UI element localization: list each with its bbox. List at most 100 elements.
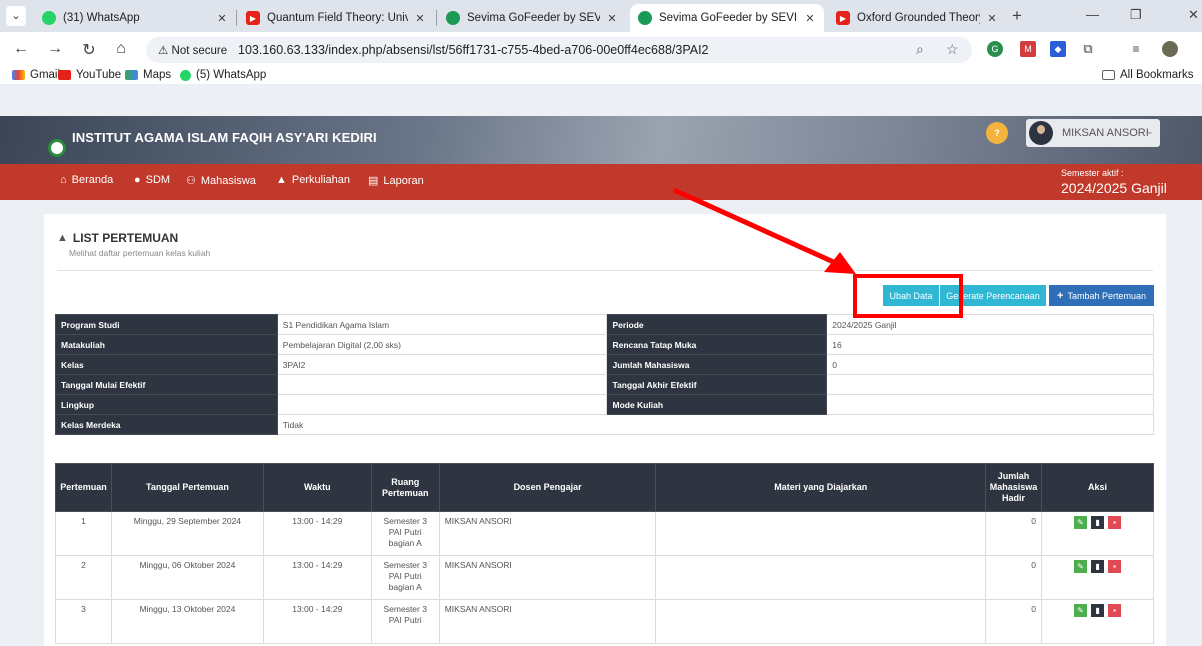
browser-tab-strip: ⌄ (31) WhatsApp ✕ ▶ Quantum Field Theory… <box>0 0 1202 32</box>
column-header: Tanggal Pertemuan <box>110 463 264 512</box>
maps-icon <box>125 70 138 80</box>
url-text[interactable]: 103.160.63.133/index.php/absensi/lst/56f… <box>238 43 709 57</box>
home-icon[interactable]: ⌂ <box>110 40 132 58</box>
cell-materi <box>655 555 987 600</box>
cell-ruang: Semester 3 PAI Putri bagian A <box>370 555 440 600</box>
edit-icon[interactable]: ✎ <box>1074 516 1088 529</box>
delete-icon[interactable]: ▪ <box>1108 604 1122 617</box>
nav-mahasiswa[interactable]: ⚇ Mahasiswa <box>186 174 256 188</box>
tab-oxford-grounded-theory[interactable]: ▶ Oxford Grounded Theory W ✕ <box>828 4 1006 32</box>
nav-laporan[interactable]: ▤ Laporan <box>368 174 424 188</box>
close-icon[interactable]: ✕ <box>804 12 816 25</box>
tab-sevima-1[interactable]: Sevima GoFeeder by SEVIMA ✕ <box>438 4 626 32</box>
all-bookmarks[interactable]: All Bookmarks <box>1102 69 1194 81</box>
user-menu[interactable]: MIKSAN ANSORI ⌄ <box>1026 119 1160 147</box>
meetings-table: Pertemuan Tanggal Pertemuan Waktu Ruang … <box>55 463 1154 644</box>
nav-beranda[interactable]: ⌂ Beranda <box>60 174 113 186</box>
restore-icon[interactable]: ❐ <box>1130 7 1142 23</box>
youtube-icon <box>58 70 71 80</box>
close-window-icon[interactable]: ✕ <box>1188 7 1199 23</box>
bookmark-star-icon[interactable]: ☆ <box>946 41 959 58</box>
unlock-icon[interactable]: ▮ <box>1091 516 1105 529</box>
cell-tanggal: Minggu, 13 Oktober 2024 <box>110 599 264 644</box>
info-row: Matakuliah Pembelajaran Digital (2,00 sk… <box>55 334 1154 355</box>
extensions-puzzle-icon[interactable]: ⧉ <box>1080 41 1096 57</box>
info-key: Program Studi <box>55 314 278 335</box>
page-subtitle: Melihat daftar pertemuan kelas kuliah <box>69 248 211 258</box>
reading-list-icon[interactable]: ≡ <box>1128 41 1144 57</box>
delete-icon[interactable]: ▪ <box>1108 560 1122 573</box>
nav-sdm[interactable]: ● SDM <box>134 174 170 186</box>
tab-search-chevron-icon[interactable]: ⌄ <box>6 6 26 26</box>
info-value <box>276 374 608 395</box>
edit-icon[interactable]: ✎ <box>1074 604 1088 617</box>
bookmarks-bar: Gmail YouTube Maps (5) WhatsApp All Book… <box>0 68 1202 85</box>
cell-tanggal: Minggu, 06 Oktober 2024 <box>110 555 264 600</box>
info-value <box>276 394 608 415</box>
info-key: Lingkup <box>55 394 278 415</box>
cell-waktu: 13:00 - 14:29 <box>262 511 372 556</box>
zoom-icon[interactable]: ⌕ <box>916 41 924 58</box>
tab-sevima-active[interactable]: Sevima GoFeeder by SEVIMA ✕ <box>630 4 824 32</box>
close-icon[interactable]: ✕ <box>216 12 228 25</box>
cell-hadir: 0 <box>985 511 1043 556</box>
info-key: Tanggal Mulai Efektif <box>55 374 278 395</box>
divider <box>57 270 1153 271</box>
minimize-icon[interactable]: — <box>1086 7 1099 22</box>
site-header-banner: INSTITUT AGAMA ISLAM FAQIH ASY'ARI KEDIR… <box>0 116 1202 164</box>
address-bar[interactable]: ⚠ Not secure 103.160.63.133/index.php/ab… <box>146 37 972 63</box>
help-badge-icon[interactable]: ? <box>986 122 1008 144</box>
cell-ruang: Semester 3 PAI Putri <box>370 599 440 644</box>
close-icon[interactable]: ✕ <box>606 12 618 25</box>
tab-whatsapp[interactable]: (31) WhatsApp ✕ <box>34 4 236 32</box>
unlock-icon[interactable]: ▮ <box>1091 560 1105 573</box>
cell-waktu: 13:00 - 14:29 <box>262 555 372 600</box>
nav-perkuliahan[interactable]: ▲ Perkuliahan <box>276 174 350 186</box>
unlock-icon[interactable]: ▮ <box>1091 604 1105 617</box>
cell-ruang: Semester 3 PAI Putri bagian A <box>370 511 440 556</box>
bookmark-youtube[interactable]: YouTube <box>58 69 121 81</box>
main-navigation: ⌂ Beranda ● SDM ⚇ Mahasiswa ▲ Perkuliahan ▤ L… <box>0 164 1202 200</box>
extension-zotero-icon[interactable]: ◆ <box>1050 41 1066 57</box>
list-pertemuan-panel: ▲ LIST PERTEMUAN Melihat daftar pertemuan… <box>44 214 1166 646</box>
info-key: Rencana Tatap Muka <box>606 334 828 355</box>
profile-avatar-icon[interactable] <box>1162 41 1178 57</box>
extension-grammarly-icon[interactable]: G <box>987 41 1003 57</box>
users-icon: ⚇ <box>186 175 196 187</box>
info-key: Kelas <box>55 354 278 375</box>
tab-quantum-field-theory[interactable]: ▶ Quantum Field Theory: Unive ✕ <box>238 4 434 32</box>
bookmark-gmail[interactable]: Gmail <box>12 69 60 81</box>
bookmark-maps[interactable]: Maps <box>125 69 171 81</box>
table-row: 3 Minggu, 13 Oktober 2024 13:00 - 14:29 … <box>55 599 1154 644</box>
not-secure-indicator[interactable]: ⚠ Not secure <box>158 43 227 57</box>
reload-icon[interactable]: ↻ <box>78 40 100 60</box>
cell-hadir: 0 <box>985 555 1043 600</box>
delete-icon[interactable]: ▪ <box>1108 516 1122 529</box>
cell-dosen: MIKSAN ANSORI <box>438 599 657 644</box>
edit-icon[interactable]: ✎ <box>1074 560 1088 573</box>
info-row: Kelas Merdeka Tidak <box>55 414 1155 435</box>
info-row: Tanggal Mulai Efektif Tanggal Akhir Efek… <box>55 374 1154 395</box>
youtube-icon: ▶ <box>246 11 260 25</box>
close-icon[interactable]: ✕ <box>986 12 998 25</box>
back-arrow-icon[interactable]: ← <box>10 40 32 58</box>
info-value: Pembelajaran Digital (2,00 sks) <box>276 334 608 355</box>
page-title: ▲ LIST PERTEMUAN <box>57 231 179 245</box>
extension-mendeley-icon[interactable]: M <box>1020 41 1036 57</box>
folder-icon <box>1102 70 1115 80</box>
column-header: Pertemuan <box>55 463 112 512</box>
table-header-row: Pertemuan Tanggal Pertemuan Waktu Ruang … <box>55 463 1154 512</box>
close-icon[interactable]: ✕ <box>414 12 426 25</box>
new-tab-plus-icon[interactable]: + <box>1012 6 1022 26</box>
info-value <box>826 394 1154 415</box>
forward-arrow-icon[interactable]: → <box>44 40 66 58</box>
info-value: S1 Pendidikan Agama Islam <box>276 314 608 335</box>
plus-icon: + <box>1057 289 1064 302</box>
whatsapp-icon <box>42 11 56 25</box>
column-header: Aksi <box>1041 463 1154 512</box>
youtube-icon: ▶ <box>836 11 850 25</box>
bookmark-whatsapp[interactable]: (5) WhatsApp <box>180 69 266 81</box>
tambah-pertemuan-button[interactable]: + Tambah Pertemuan <box>1049 285 1154 306</box>
whatsapp-icon <box>180 69 191 81</box>
sevima-icon <box>638 11 652 25</box>
